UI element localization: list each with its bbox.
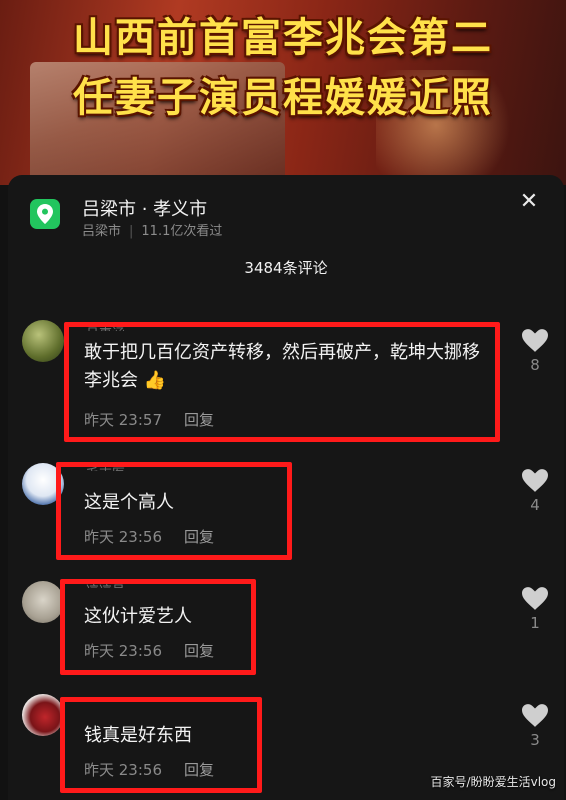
comment-meta: 昨天 23:56 回复: [84, 640, 214, 661]
like-button[interactable]: 3: [520, 704, 550, 749]
like-count: 8: [530, 356, 540, 374]
heart-icon: [522, 587, 548, 610]
comment-text: 钱真是好东西: [84, 725, 192, 746]
thumbs-up-icon: 👍: [143, 370, 167, 391]
heart-icon: [522, 704, 548, 727]
headline-line-2: 任妻子演员程媛媛近照: [73, 75, 493, 121]
watermark: 百家号/盼盼爱生活vlog: [430, 775, 556, 789]
like-button[interactable]: 1: [520, 587, 550, 632]
comment-count: 3484条评论: [244, 259, 328, 277]
like-count: 1: [530, 614, 540, 632]
comment-text: 这是个高人: [84, 492, 174, 513]
avatar[interactable]: [22, 581, 64, 623]
close-icon[interactable]: ✕: [516, 189, 542, 215]
reply-button[interactable]: 回复: [184, 411, 214, 429]
reply-button[interactable]: 回复: [184, 528, 214, 546]
reply-button[interactable]: 回复: [184, 642, 214, 660]
like-count: 4: [530, 496, 540, 514]
comment-time: 昨天 23:56: [84, 761, 162, 779]
comment-time: 昨天 23:57: [84, 411, 162, 429]
comment-panel: 吕梁市 · 孝义市 吕梁市|11.1亿次看过 ✕ 3484条评论 吕事涵 敢于把…: [8, 175, 564, 800]
heart-icon: [522, 469, 548, 492]
location-subtitle: 吕梁市 | 11.1亿次看过: [82, 224, 223, 239]
heart-icon: [522, 329, 548, 352]
like-count: 3: [530, 731, 540, 749]
comment-meta: 昨天 23:56 回复: [84, 759, 214, 780]
comment-time: 昨天 23:56: [84, 642, 162, 660]
like-button[interactable]: 4: [520, 469, 550, 514]
location-city: 吕梁市: [82, 224, 122, 239]
like-button[interactable]: 8: [520, 329, 550, 374]
headline-line-1: 山西前首富李兆会第二: [73, 15, 493, 61]
comment-text: 敢于把几百亿资产转移，然后再破产，乾坤大挪移李兆会 👍: [84, 342, 480, 391]
avatar[interactable]: [22, 694, 64, 736]
location-pin-icon: [30, 199, 60, 229]
comment-meta: 昨天 23:57 回复: [84, 409, 214, 430]
comment-meta: 昨天 23:56 回复: [84, 526, 214, 547]
location-row[interactable]: 吕梁市 · 孝义市 吕梁市 | 11.1亿次看过: [30, 189, 550, 239]
comment-time: 昨天 23:56: [84, 528, 162, 546]
location-title: 吕梁市 · 孝义市: [82, 199, 208, 220]
avatar[interactable]: [22, 320, 64, 362]
comment-text: 这伙计爱艺人: [84, 606, 192, 627]
location-views: 11.1亿次看过: [141, 224, 223, 239]
headline: 山西前首富李兆会第二 任妻子演员程媛媛近照: [0, 8, 566, 128]
reply-button[interactable]: 回复: [184, 761, 214, 779]
